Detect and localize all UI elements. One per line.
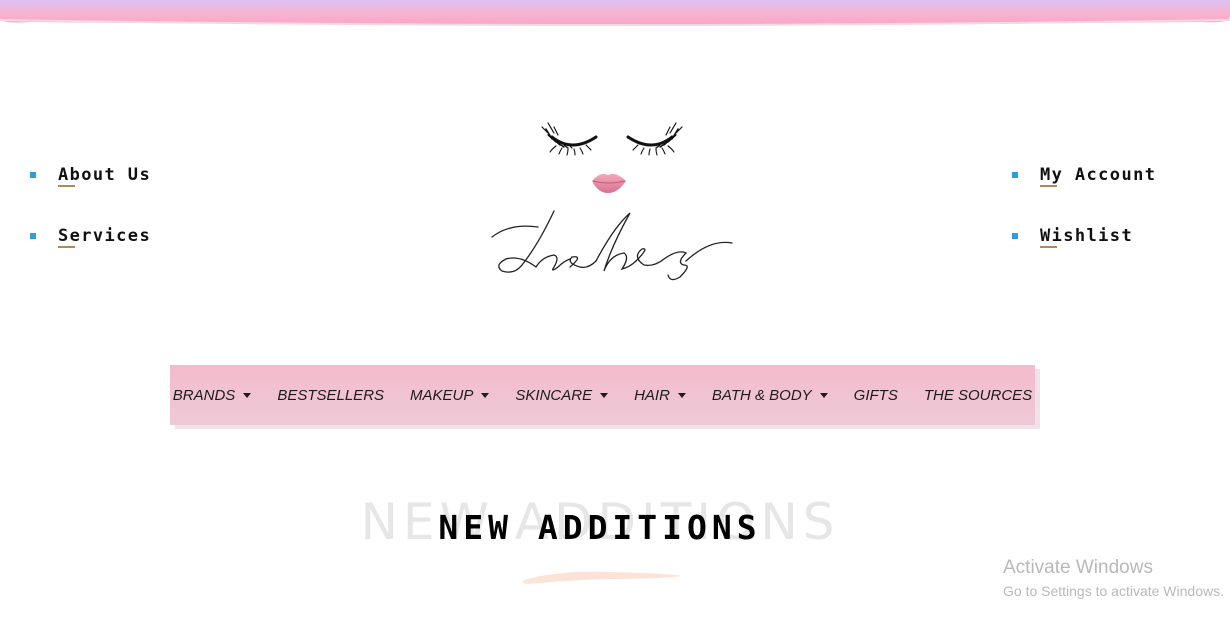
nav-bestsellers[interactable]: BESTSELLERS — [277, 387, 384, 404]
nav-item-label: MAKEUP — [410, 386, 474, 404]
activate-windows-watermark: Activate Windows Go to Settings to activ… — [1003, 557, 1230, 603]
nav-gifts[interactable]: GIFTS — [854, 387, 898, 404]
wishlist-link[interactable]: Wishlist — [1040, 226, 1133, 246]
nav-the-sources[interactable]: THE SOURCES — [924, 387, 1032, 404]
closed-eye-lashes-icon — [626, 122, 683, 156]
bullet-icon — [30, 233, 36, 239]
caret-down-icon — [677, 393, 686, 398]
nav-bath-body[interactable]: BATH & BODY — [712, 387, 828, 404]
left-link-item: About Us — [30, 163, 151, 187]
about-us-link[interactable]: About Us — [58, 165, 151, 185]
lips-icon — [592, 173, 626, 193]
link-underline-accent — [1040, 246, 1057, 248]
left-nav-links: About Us Services — [30, 163, 151, 285]
brush-stroke-decoration — [520, 568, 685, 588]
nav-item-label: BRANDS — [172, 386, 236, 404]
nav-hair[interactable]: HAIR — [634, 387, 686, 404]
closed-eye-lashes-icon — [541, 122, 598, 156]
bullet-icon — [1012, 172, 1018, 178]
nav-item-label: BESTSELLERS — [277, 386, 385, 404]
nav-item-label: GIFTS — [853, 386, 898, 404]
logo-wordmark — [491, 210, 733, 281]
link-underline-accent — [58, 185, 75, 187]
nav-brands[interactable]: BRANDS — [173, 387, 252, 404]
watermark-subtitle: Go to Settings to activate Windows. — [1003, 583, 1224, 599]
nav-item-label: SKINCARE — [515, 386, 593, 404]
caret-down-icon — [481, 393, 490, 398]
main-nav-bar: BRANDS BESTSELLERS MAKEUP SKINCARE HAIR … — [170, 365, 1035, 425]
watermark-title: Activate Windows — [1003, 557, 1153, 578]
left-link-item: Services — [30, 224, 151, 248]
link-underline-accent — [58, 246, 75, 248]
site-logo[interactable] — [480, 115, 745, 285]
services-link[interactable]: Services — [58, 226, 151, 246]
link-underline-accent — [1040, 185, 1057, 187]
right-link-item: Wishlist — [1012, 224, 1156, 248]
caret-down-icon — [243, 393, 252, 398]
my-account-link[interactable]: My Account — [1040, 165, 1156, 185]
nav-makeup[interactable]: MAKEUP — [410, 386, 490, 404]
bullet-icon — [1012, 233, 1018, 239]
nav-item-label: BATH & BODY — [711, 386, 812, 404]
caret-down-icon — [819, 393, 828, 398]
nav-skincare[interactable]: SKINCARE — [515, 386, 609, 404]
section-heading: NEW ADDITIONS — [438, 508, 762, 547]
bullet-icon — [30, 172, 36, 178]
right-nav-links: My Account Wishlist — [1012, 163, 1156, 285]
nav-item-label: HAIR — [634, 386, 670, 404]
right-link-item: My Account — [1012, 163, 1156, 187]
top-decorative-band — [0, 0, 1230, 28]
nav-item-label: THE SOURCES — [923, 386, 1033, 404]
caret-down-icon — [600, 393, 609, 398]
